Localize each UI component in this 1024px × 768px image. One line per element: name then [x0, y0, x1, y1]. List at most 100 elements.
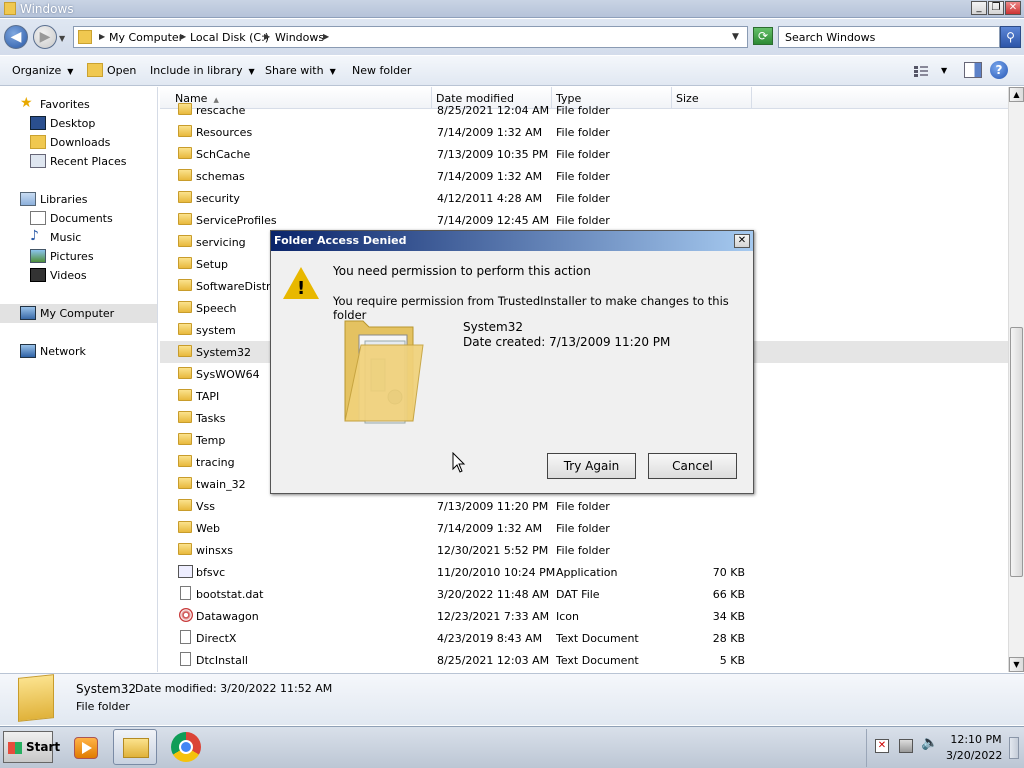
network-status-icon[interactable]	[899, 739, 913, 753]
document-icon	[180, 630, 191, 644]
folder-icon	[178, 455, 192, 467]
folder-icon	[123, 738, 149, 758]
file-row[interactable]: DirectX 4/23/2019 8:43 AM Text Document 28 …	[160, 627, 1008, 649]
folder-icon	[178, 477, 192, 489]
close-button[interactable]: ✕	[1005, 1, 1021, 15]
nav-pictures[interactable]: Pictures	[0, 247, 157, 266]
start-button[interactable]: Start	[3, 731, 60, 763]
folder-icon	[178, 213, 192, 225]
share-with-button[interactable]: Share with ▼	[265, 64, 336, 77]
file-row[interactable]: ServiceProfiles 7/14/2009 12:45 AM File fo…	[160, 209, 1008, 231]
include-in-library-button[interactable]: Include in library ▼	[150, 64, 255, 77]
clock-time[interactable]: 12:10 PM	[950, 733, 1002, 746]
details-item-type: File folder	[76, 700, 130, 713]
nav-downloads[interactable]: Downloads	[0, 133, 157, 152]
search-icon[interactable]: ⚲	[1000, 26, 1021, 48]
scroll-down-icon[interactable]: ▼	[1009, 657, 1024, 672]
address-field[interactable]: ▶ My Computer ▶ Local Disk (C:) ▶ Window…	[73, 26, 748, 48]
nav-desktop[interactable]: Desktop	[0, 114, 157, 133]
file-row[interactable]: bootstat.dat 3/20/2022 11:48 AM DAT File 66…	[160, 583, 1008, 605]
chevron-right-icon[interactable]: ▶	[99, 32, 105, 41]
file-date-modified: 7/13/2009 10:35 PM	[437, 148, 549, 161]
chevron-right-icon[interactable]: ▶	[323, 32, 329, 41]
back-button[interactable]: ◀	[4, 25, 28, 49]
folder-icon	[178, 389, 192, 401]
show-desktop-button[interactable]	[1009, 737, 1019, 759]
search-input[interactable]: Search Windows	[778, 26, 1000, 48]
file-date-modified: 12/30/2021 5:52 PM	[437, 544, 549, 557]
refresh-button[interactable]: ⟳	[753, 27, 773, 45]
taskbar-explorer[interactable]	[113, 729, 157, 765]
file-row[interactable]: rescache 8/25/2021 12:04 AM File folder	[160, 99, 1008, 121]
file-row[interactable]: Vss 7/13/2009 11:20 PM File folder	[160, 495, 1008, 517]
minimize-button[interactable]: _	[971, 1, 987, 15]
address-dropdown-icon[interactable]: ▼	[732, 32, 739, 42]
vertical-scrollbar[interactable]: ▲ ▼	[1008, 87, 1024, 672]
file-date-modified: 4/12/2011 4:28 AM	[437, 192, 543, 205]
taskbar-media-player[interactable]	[64, 729, 108, 765]
nav-my-computer[interactable]: My Computer	[0, 304, 157, 323]
file-row[interactable]: bfsvc 11/20/2010 10:24 PM Application 70 KB	[160, 561, 1008, 583]
preview-pane-icon[interactable]	[964, 62, 982, 78]
file-row[interactable]: winsxs 12/30/2021 5:52 PM File folder	[160, 539, 1008, 561]
open-button[interactable]: Open	[107, 64, 136, 77]
file-row[interactable]: security 4/12/2011 4:28 AM File folder	[160, 187, 1008, 209]
file-type: File folder	[556, 170, 610, 183]
file-name: system	[196, 324, 236, 337]
volume-icon[interactable]: 🔈	[921, 735, 938, 751]
folder-icon	[178, 191, 192, 203]
dialog-close-button[interactable]: ✕	[734, 234, 750, 248]
file-row[interactable]: Web 7/14/2009 1:32 AM File folder	[160, 517, 1008, 539]
file-name: Datawagon	[196, 610, 259, 623]
forward-button[interactable]: ▶	[33, 25, 57, 49]
icon-file-icon	[179, 608, 193, 622]
videos-icon	[30, 268, 46, 282]
file-row[interactable]: SchCache 7/13/2009 10:35 PM File folder	[160, 143, 1008, 165]
nav-videos[interactable]: Videos	[0, 266, 157, 285]
nav-recent-places[interactable]: Recent Places	[0, 152, 157, 171]
file-row[interactable]: schemas 7/14/2009 1:32 AM File folder	[160, 165, 1008, 187]
recent-pages-dropdown-icon[interactable]: ▼	[59, 34, 65, 43]
nav-libraries[interactable]: Libraries	[0, 190, 157, 209]
nav-documents[interactable]: Documents	[0, 209, 157, 228]
organize-button[interactable]: Organize ▼	[12, 64, 73, 77]
libraries-icon	[20, 192, 36, 206]
file-type: File folder	[556, 104, 610, 117]
dialog-item-created: Date created: 7/13/2009 11:20 PM	[463, 335, 671, 349]
file-row[interactable]: Resources 7/14/2009 1:32 AM File folder	[160, 121, 1008, 143]
breadcrumb-my-computer[interactable]: My Computer	[109, 31, 183, 44]
scrollbar-thumb[interactable]	[1010, 327, 1023, 577]
folder-icon	[178, 433, 192, 445]
file-date-modified: 11/20/2010 10:24 PM	[437, 566, 556, 579]
taskbar-chrome[interactable]	[164, 729, 208, 765]
file-name: rescache	[196, 104, 246, 117]
action-center-icon[interactable]: ✕	[875, 739, 889, 753]
restore-button[interactable]: ❐	[988, 1, 1004, 15]
mouse-cursor-icon	[452, 452, 466, 473]
folder-icon	[178, 345, 192, 357]
breadcrumb-local-disk[interactable]: Local Disk (C:)	[190, 31, 269, 44]
cancel-button[interactable]: Cancel	[648, 453, 737, 479]
chevron-down-icon: ▼	[248, 67, 255, 76]
file-row[interactable]: DtcInstall 8/25/2021 12:03 AM Text Documen…	[160, 649, 1008, 671]
folder-icon	[178, 521, 192, 533]
nav-music[interactable]: ♪ Music	[0, 228, 157, 247]
help-icon[interactable]: ?	[990, 61, 1008, 79]
folder-icon	[78, 30, 92, 44]
change-view-icon[interactable]	[913, 63, 929, 77]
file-row[interactable]: Datawagon 12/23/2021 7:33 AM Icon 34 KB	[160, 605, 1008, 627]
file-type: File folder	[556, 544, 610, 557]
nav-network[interactable]: Network	[0, 342, 157, 361]
new-folder-button[interactable]: New folder	[352, 64, 411, 77]
clock-date[interactable]: 3/20/2022	[946, 749, 1002, 762]
views-dropdown-icon[interactable]: ▼	[941, 66, 947, 75]
scroll-up-icon[interactable]: ▲	[1009, 87, 1024, 102]
breadcrumb-windows[interactable]: Windows	[275, 31, 324, 44]
chevron-right-icon[interactable]: ▶	[180, 32, 186, 41]
folder-icon	[178, 279, 192, 291]
nav-favorites[interactable]: ★ Favorites	[0, 95, 157, 114]
file-name: Tasks	[196, 412, 226, 425]
chevron-right-icon[interactable]: ▶	[264, 32, 270, 41]
try-again-button[interactable]: Try Again	[547, 453, 636, 479]
file-date-modified: 7/14/2009 12:45 AM	[437, 214, 550, 227]
